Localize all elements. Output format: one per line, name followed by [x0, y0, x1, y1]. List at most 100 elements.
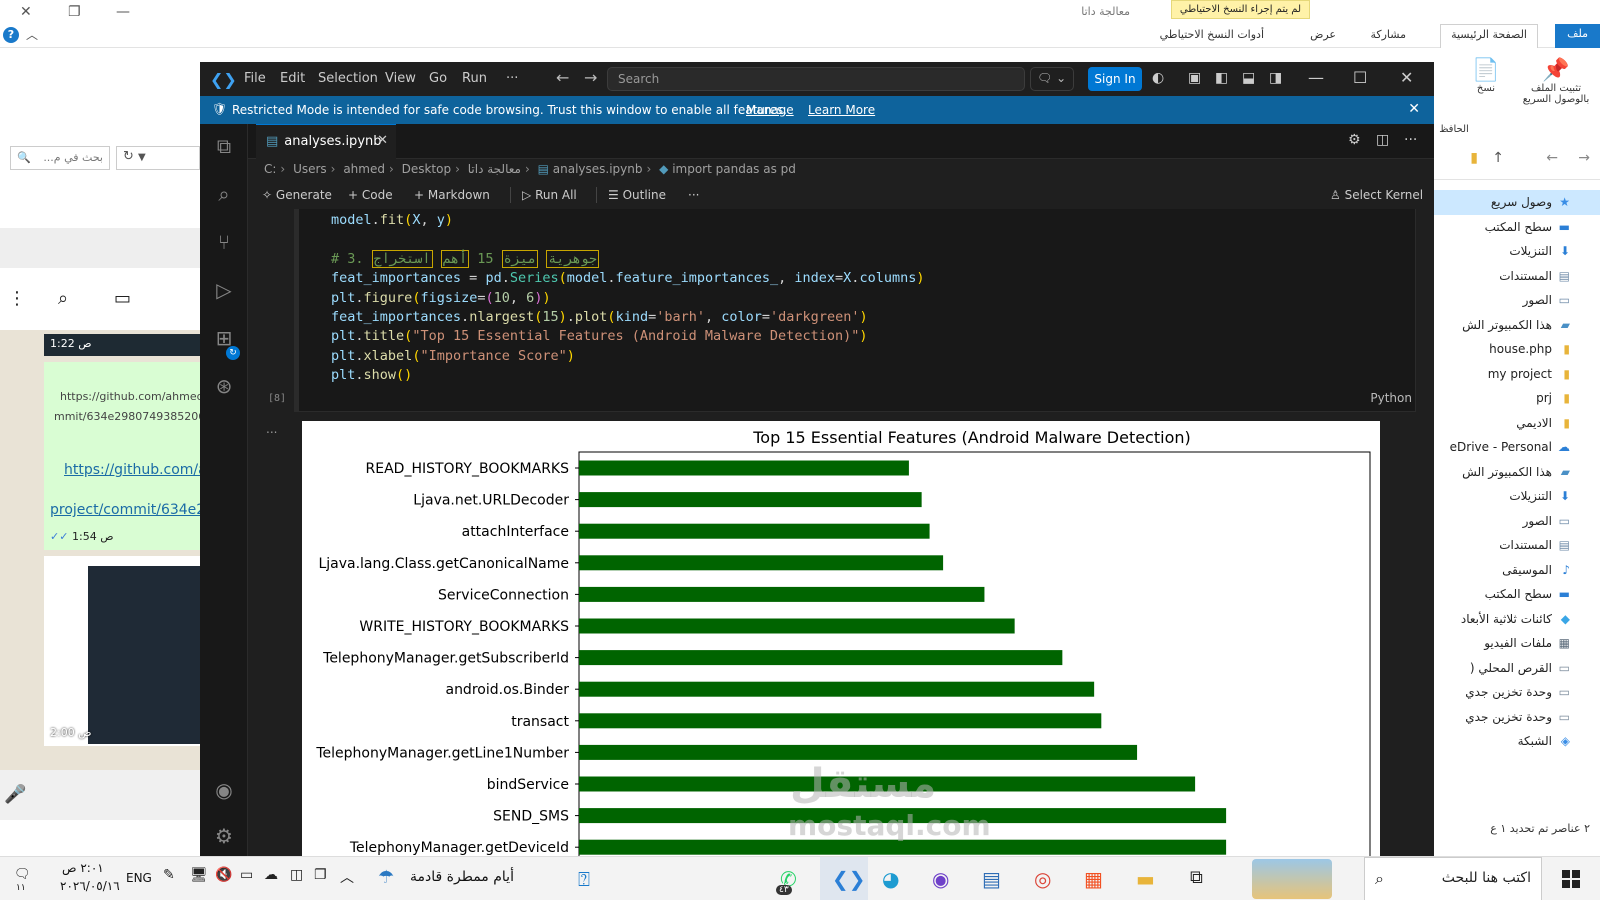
menu-more[interactable]: ···: [506, 71, 518, 86]
search-icon[interactable]: ⌕: [211, 182, 237, 208]
tree-item[interactable]: ▭ القرص المحلي (: [1432, 656, 1600, 681]
code-editor[interactable]: model.fit(X, y) # 3. جوهرية ميزة 15 أهم …: [331, 211, 924, 386]
minimize-icon[interactable]: —: [1308, 68, 1324, 87]
menu-file[interactable]: File: [244, 71, 266, 86]
pin-button[interactable]: 📌 تثبيت الملف بالوصول السريع: [1516, 58, 1596, 105]
meet-now-icon[interactable]: ◫: [290, 867, 303, 883]
copy-screen-icon[interactable]: ❐: [314, 867, 327, 883]
menu-go[interactable]: Go: [429, 71, 447, 86]
taskbar-search-input[interactable]: اكتب هنا للبحث ⌕: [1364, 857, 1542, 900]
tree-item[interactable]: ▤ المستندات: [1432, 533, 1600, 558]
run-debug-icon[interactable]: ▷: [211, 278, 237, 304]
add-code-button[interactable]: + Code: [348, 188, 393, 202]
settings-gear-icon[interactable]: ⚙: [211, 824, 237, 850]
restore-icon[interactable]: ❐: [68, 4, 81, 20]
breadcrumb-item[interactable]: C:: [264, 162, 276, 176]
tree-item[interactable]: ▭ الصور: [1432, 288, 1600, 313]
toggle-sidebar-icon[interactable]: ◧: [1215, 70, 1228, 86]
tab-analyses-ipynb[interactable]: ▤ analyses.ipynb ✕: [256, 124, 396, 159]
message-bubble[interactable]: https://github.com/ahmed mmit/634e298074…: [44, 362, 200, 550]
tree-item[interactable]: ⬇ التنزيلات: [1432, 484, 1600, 509]
news-weather-image[interactable]: [1252, 859, 1332, 899]
message-image-preview[interactable]: 1:22 ص: [44, 334, 200, 356]
minimize-icon[interactable]: —: [116, 4, 130, 20]
breadcrumb-item[interactable]: معالجة داتا: [468, 162, 521, 176]
file-explorer-icon[interactable]: ▬: [1136, 867, 1155, 891]
accounts-icon[interactable]: ◐: [1152, 70, 1164, 86]
output-actions-button[interactable]: ...: [266, 422, 277, 436]
tree-item[interactable]: ▭ الصور: [1432, 509, 1600, 534]
tree-item[interactable]: ▬ سطح المكتب: [1432, 582, 1600, 607]
sign-in-button[interactable]: Sign In: [1088, 67, 1142, 91]
search-input[interactable]: بحث في م... 🔍: [10, 146, 110, 170]
tree-item[interactable]: ◈ الشبكة: [1432, 729, 1600, 754]
select-kernel-button[interactable]: ♙ Select Kernel: [1330, 188, 1423, 202]
tree-item[interactable]: ⬇ التنزيلات: [1432, 239, 1600, 264]
tree-item[interactable]: ▮ الاديمي: [1432, 411, 1600, 436]
breadcrumb-item[interactable]: Desktop: [402, 162, 452, 176]
breadcrumb-item[interactable]: ahmed: [343, 162, 385, 176]
computer-icon[interactable]: ▤: [982, 867, 1001, 891]
pen-icon[interactable]: ✎: [163, 867, 175, 883]
vscode-icon[interactable]: ❮❯: [832, 867, 866, 891]
volume-muted-icon[interactable]: 🔇: [215, 867, 232, 883]
close-icon[interactable]: ✕: [20, 4, 32, 20]
network-icon[interactable]: 🖥: [190, 867, 208, 883]
maximize-icon[interactable]: ☐: [1353, 68, 1367, 87]
tab-backup-tools[interactable]: أدوات النسخ الاحتياطي: [1160, 28, 1264, 41]
manage-link[interactable]: Manage: [746, 103, 794, 117]
help-icon[interactable]: ⍰: [578, 867, 590, 891]
run-all-button[interactable]: ▷ Run All: [522, 188, 577, 202]
tab-home[interactable]: الصفحة الرئيسية: [1440, 24, 1538, 48]
tree-item[interactable]: ▬ سطح المكتب: [1432, 215, 1600, 240]
edge-icon[interactable]: ◕: [882, 867, 899, 891]
github-desktop-icon[interactable]: ◉: [932, 867, 949, 891]
tree-item[interactable]: ▮ house.php: [1432, 337, 1600, 362]
help-icon[interactable]: ?: [3, 27, 19, 43]
cell-language-picker[interactable]: Python: [1370, 391, 1412, 405]
command-search-input[interactable]: Search: [607, 67, 1025, 91]
weather-text[interactable]: أيام ممطرة قادمة: [410, 869, 514, 885]
chevron-up-icon[interactable]: ︿: [26, 26, 38, 43]
close-icon[interactable]: ✕: [1400, 68, 1413, 87]
toggle-panel-icon[interactable]: ⬓: [1242, 70, 1255, 86]
commit-link[interactable]: https://github.com/a: [64, 462, 200, 478]
refresh-button[interactable]: ↻ ▼: [116, 146, 200, 170]
battery-icon[interactable]: ▭: [240, 867, 253, 883]
copy-button[interactable]: 📄 نسخ: [1466, 58, 1506, 94]
tree-item[interactable]: ▭ وحدة تخزين جدي: [1432, 705, 1600, 730]
task-view-icon[interactable]: ⧉: [1190, 867, 1203, 888]
onedrive-icon[interactable]: ☁: [264, 867, 278, 883]
split-editor-icon[interactable]: ◫: [1376, 132, 1389, 148]
menu-selection[interactable]: Selection: [318, 71, 378, 86]
account-icon[interactable]: ◉: [211, 778, 237, 804]
back-icon[interactable]: ←: [1546, 150, 1558, 166]
language-indicator[interactable]: ENG: [126, 871, 152, 885]
tree-item[interactable]: ★ وصول سريع: [1432, 190, 1600, 215]
clock-time[interactable]: ٢:٠١ ص: [62, 861, 104, 875]
git-graph-icon[interactable]: ⊛: [211, 374, 237, 400]
customize-layout-icon[interactable]: ▣: [1188, 70, 1201, 86]
store-icon[interactable]: ▦: [1084, 867, 1103, 891]
tree-item[interactable]: ♪ الموسيقى: [1432, 558, 1600, 583]
back-arrow-icon[interactable]: ←: [556, 68, 569, 87]
up-icon[interactable]: ↑: [1492, 150, 1504, 166]
tree-item[interactable]: ☁ eDrive - Personal: [1432, 435, 1600, 460]
message-input-bar[interactable]: 🎤: [0, 770, 200, 820]
tab-file[interactable]: ملف: [1555, 24, 1600, 48]
tree-item[interactable]: ▰ هذا الكمبيوتر الش: [1432, 313, 1600, 338]
screenshot-thumbnail[interactable]: 2:00 ص: [44, 556, 200, 746]
commit-link[interactable]: project/commit/634e2: [50, 502, 200, 518]
tree-item[interactable]: ▰ هذا الكمبيوتر الش: [1432, 460, 1600, 485]
menu-run[interactable]: Run: [462, 71, 487, 86]
tab-share[interactable]: مشاركة: [1370, 28, 1406, 41]
outline-button[interactable]: ☰ Outline: [608, 188, 666, 202]
toggle-secondary-sidebar-icon[interactable]: ◨: [1269, 70, 1282, 86]
tree-item[interactable]: ▮ my project: [1432, 362, 1600, 387]
close-tab-icon[interactable]: ✕: [377, 133, 388, 148]
clock-date[interactable]: ٢٠٢٦/٠٥/١٦: [60, 879, 120, 893]
tree-item[interactable]: ▤ المستندات: [1432, 264, 1600, 289]
learn-more-link[interactable]: Learn More: [808, 103, 875, 117]
tree-item[interactable]: ◆ كائنات ثلاثية الأبعاد: [1432, 607, 1600, 632]
tab-view[interactable]: عرض: [1310, 28, 1336, 41]
